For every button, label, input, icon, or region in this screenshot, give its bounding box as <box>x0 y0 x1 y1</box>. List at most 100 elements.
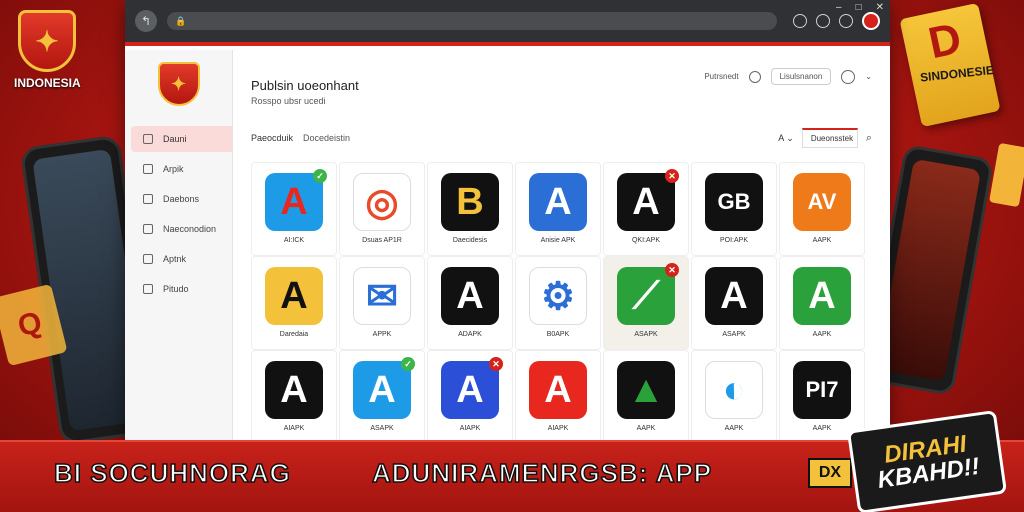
app-glyph: A <box>632 180 660 223</box>
bookmark-icon[interactable] <box>816 14 830 28</box>
sidebar-item-4[interactable]: Naeconodion <box>131 216 232 242</box>
app-card[interactable]: A AIAPK <box>251 350 337 444</box>
settings-icon[interactable] <box>839 14 853 28</box>
app-icon[interactable]: ⚙ <box>529 267 587 325</box>
verified-badge-icon: ✓ <box>401 357 415 371</box>
app-glyph: A <box>456 274 484 317</box>
sidebar-item-label: Aptnk <box>163 254 187 264</box>
download-icon <box>143 194 153 204</box>
app-card[interactable]: A ✓ AI:ICK <box>251 162 337 256</box>
app-card[interactable]: ✉ APPK <box>339 256 425 350</box>
app-card[interactable]: B Daecidesis <box>427 162 513 256</box>
app-label: AI:ICK <box>283 237 305 244</box>
app-label: Daredaia <box>279 331 309 338</box>
app-card[interactable]: A ✕ AIAPK <box>427 350 513 444</box>
app-glyph: A <box>280 180 308 223</box>
app-label: AIAPK <box>283 425 305 432</box>
sort-button[interactable]: A ⌄ <box>778 133 794 144</box>
sidebar-item-2[interactable]: Arpik <box>131 156 232 182</box>
app-glyph: B <box>456 180 484 223</box>
app-icon[interactable]: A <box>265 361 323 419</box>
app-icon[interactable]: B <box>441 173 499 231</box>
app-icon[interactable]: A <box>705 267 763 325</box>
app-label: APPK <box>372 331 392 338</box>
signin-button[interactable]: Lisulsnanon <box>770 68 832 85</box>
search-icon[interactable]: ⌕ <box>866 132 872 145</box>
browser-window: – □ ✕ ↰ 🔒 ✦ Dauni Arpik Daebons Naeconod… <box>125 0 890 445</box>
category-dropdown[interactable]: Dueonsstek <box>801 128 858 148</box>
sidebar-item-5[interactable]: Aptnk <box>131 246 232 272</box>
app-icon[interactable]: ◐ <box>705 361 763 419</box>
close-badge-icon: ✕ <box>665 263 679 277</box>
app-glyph: A <box>456 368 484 411</box>
app-icon[interactable]: A <box>793 267 851 325</box>
app-card[interactable]: AV AAPK <box>779 162 865 256</box>
app-glyph: ⚙ <box>540 275 576 318</box>
page-subtitle: Rosspo ubsr ucedi <box>251 96 326 106</box>
sidebar-item-1[interactable]: Dauni <box>131 126 232 152</box>
app-icon[interactable]: ▲ <box>617 361 675 419</box>
app-label: ASAPK <box>722 331 746 338</box>
app-icon[interactable]: A <box>529 173 587 231</box>
app-card[interactable]: GB POI:APK <box>691 162 777 256</box>
app-card[interactable]: A Anisie APK <box>515 162 601 256</box>
header-actions: Putrsnedt Lisulsnanon ⌄ <box>704 68 872 85</box>
app-glyph: ✉ <box>366 275 398 318</box>
app-card[interactable]: ◐ AAPK <box>691 350 777 444</box>
app-card[interactable]: A Daredaia <box>251 256 337 350</box>
minimize-button[interactable]: – <box>836 2 842 13</box>
app-icon[interactable]: A <box>265 267 323 325</box>
extension-icon[interactable] <box>793 14 807 28</box>
window-controls: – □ ✕ <box>836 2 884 13</box>
app-card[interactable]: A ✕ QKI:APK <box>603 162 689 256</box>
app-label: AAPK <box>812 425 832 432</box>
app-icon[interactable]: A ✓ <box>265 169 327 231</box>
filter-tab-2[interactable]: Docedeistin <box>303 133 350 143</box>
app-card[interactable]: ⚙ B0APK <box>515 256 601 350</box>
bag-icon <box>143 254 153 264</box>
app-icon[interactable]: GB <box>705 173 763 231</box>
app-icon[interactable]: A <box>529 361 587 419</box>
app-card[interactable]: A ASAPK <box>691 256 777 350</box>
app-icon[interactable]: A <box>441 267 499 325</box>
app-icon[interactable]: A ✕ <box>617 169 679 231</box>
address-bar[interactable]: 🔒 <box>167 12 777 30</box>
close-button[interactable]: ✕ <box>876 2 884 13</box>
app-icon[interactable]: ⟋ ✕ <box>617 263 679 325</box>
close-badge-icon: ✕ <box>489 357 503 371</box>
app-label: AAPK <box>812 237 832 244</box>
app-label: B0APK <box>546 331 570 338</box>
app-icon[interactable]: A ✓ <box>353 357 415 419</box>
app-card[interactable]: A ✓ ASAPK <box>339 350 425 444</box>
browser-toolbar: ↰ 🔒 <box>125 0 890 46</box>
back-arrow-icon[interactable]: ↰ <box>135 10 157 32</box>
app-card[interactable]: A AAPK <box>779 256 865 350</box>
sidebar-item-6[interactable]: Pitudo <box>131 276 232 302</box>
app-card[interactable]: ▲ AAPK <box>603 350 689 444</box>
app-glyph: A <box>280 368 308 411</box>
maximize-button[interactable]: □ <box>856 2 862 13</box>
user-label[interactable]: Putrsnedt <box>704 72 738 81</box>
brand-logo-icon[interactable]: ✦ <box>157 62 200 106</box>
app-icon[interactable]: ◎ <box>353 173 411 231</box>
gear-icon[interactable] <box>841 69 856 84</box>
app-icon[interactable]: PI7 <box>793 361 851 419</box>
app-glyph: A <box>368 368 396 411</box>
app-icon[interactable]: ✉ <box>353 267 411 325</box>
sidebar-item-3[interactable]: Daebons <box>131 186 232 212</box>
app-label: QKI:APK <box>631 237 660 244</box>
profile-avatar[interactable] <box>862 12 880 30</box>
sidebar-item-label: Arpik <box>163 164 184 174</box>
sidebar-item-label: Dauni <box>163 134 187 144</box>
app-card[interactable]: ⟋ ✕ ASAPK <box>603 256 689 350</box>
filter-tab-1[interactable]: Paeocduik <box>251 133 293 143</box>
app-label: AAPK <box>812 331 832 338</box>
app-card[interactable]: A AIAPK <box>515 350 601 444</box>
app-icon[interactable]: A ✕ <box>441 357 503 419</box>
banner-logo: DX <box>808 458 852 488</box>
app-card[interactable]: A ADAPK <box>427 256 513 350</box>
app-card[interactable]: ◎ Dsuas AP1R <box>339 162 425 256</box>
chevron-down-icon[interactable]: ⌄ <box>865 72 872 81</box>
app-icon[interactable]: AV <box>793 173 851 231</box>
user-icon[interactable] <box>748 70 761 83</box>
